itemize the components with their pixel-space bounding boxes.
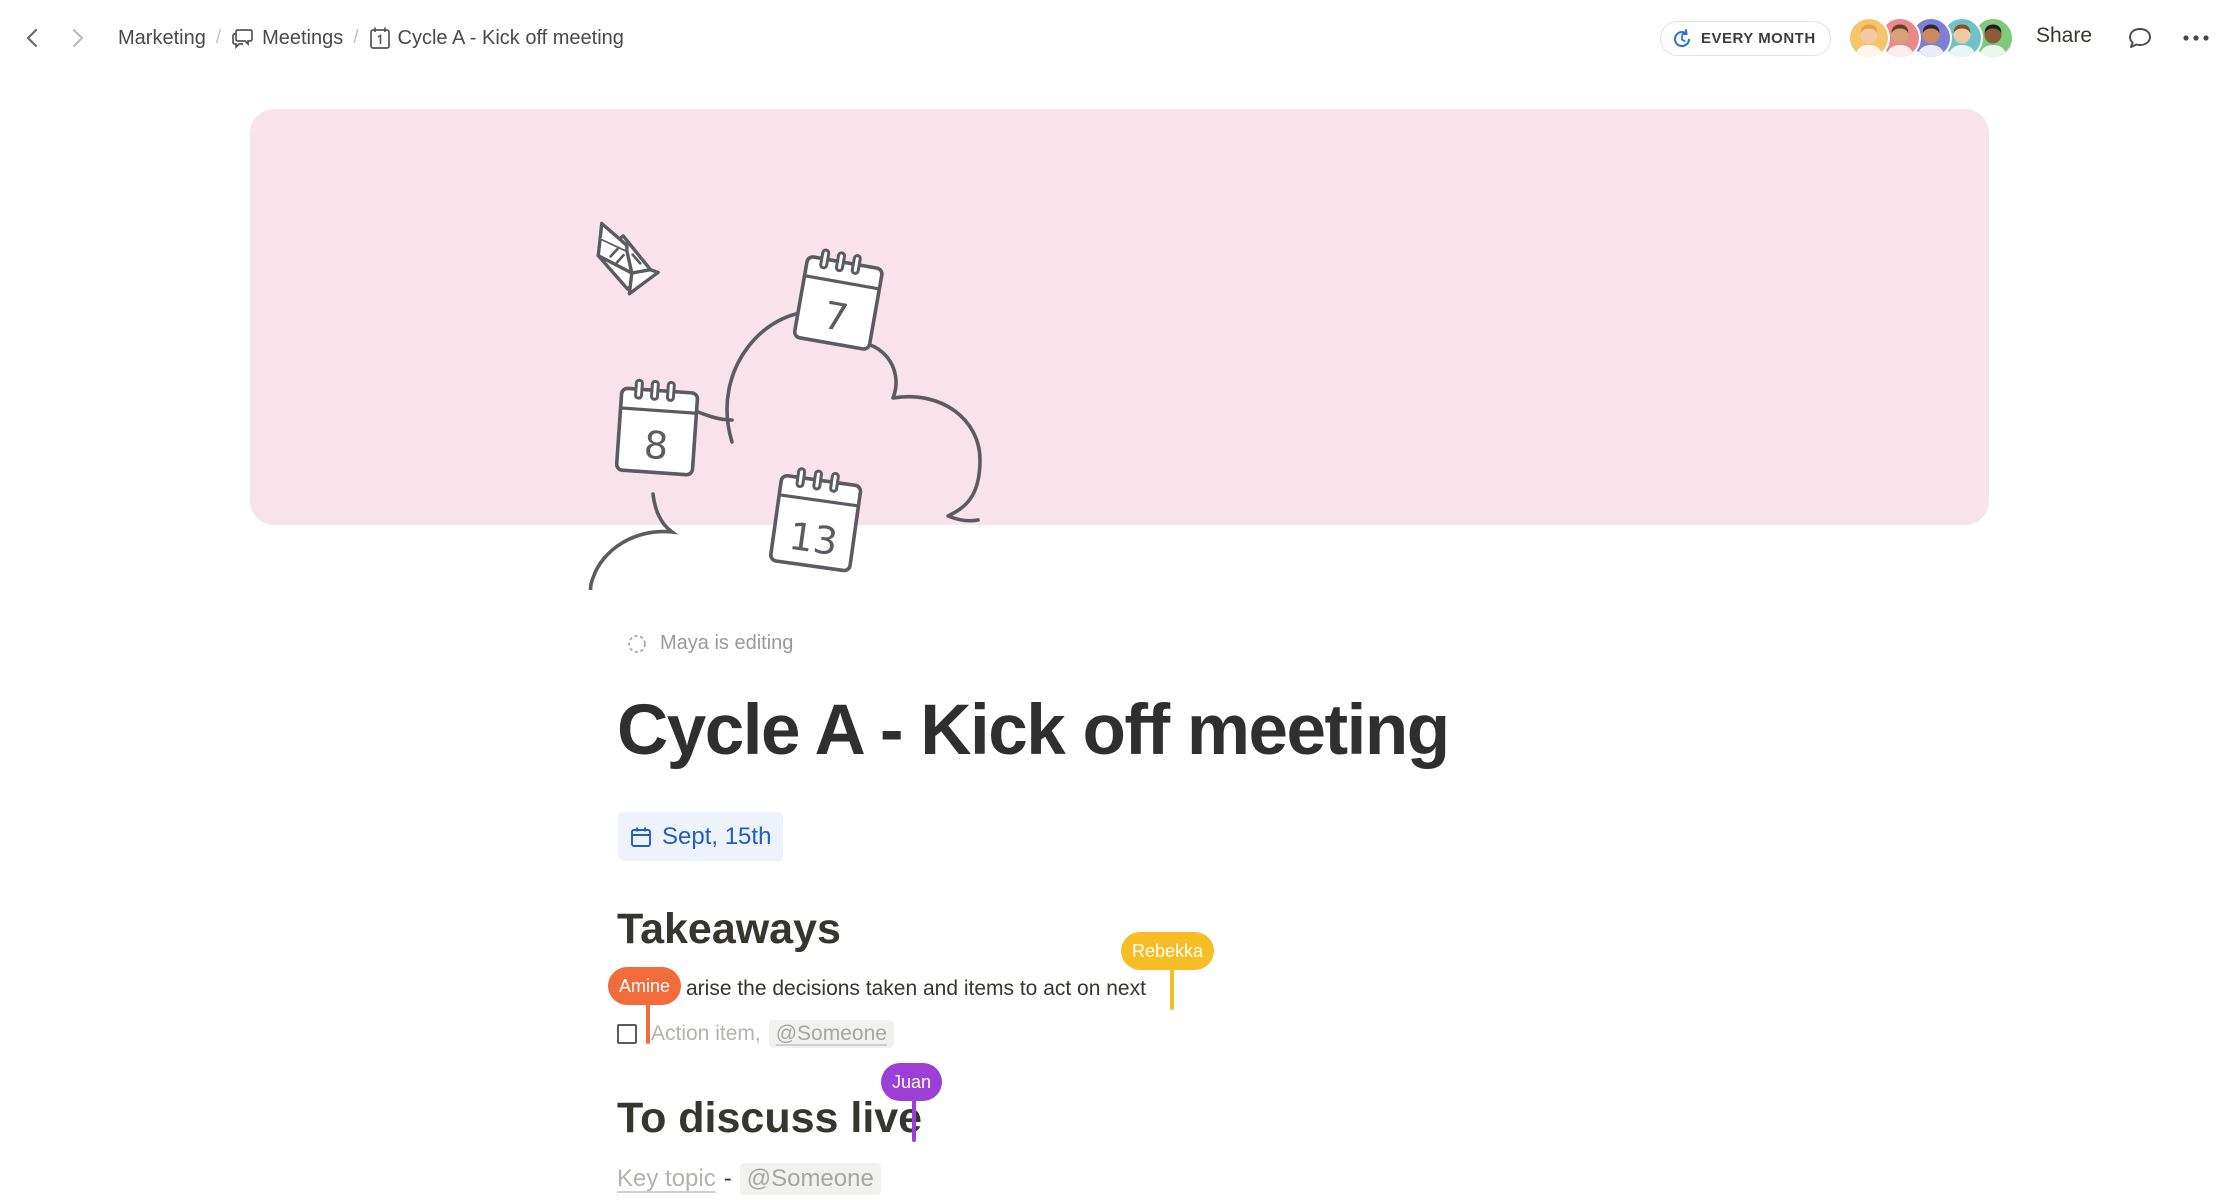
back-button[interactable] (16, 22, 48, 54)
calendar-cloud-illustration: 7 8 13 (588, 221, 982, 590)
amine-cursor-label: Amine (608, 967, 682, 1005)
calendar-icon (369, 27, 390, 49)
chevron-left-icon (26, 28, 38, 48)
document-page: Marketing / Meetings / Cycle A - Kick of… (0, 0, 2232, 1200)
share-button[interactable]: Share (2036, 24, 2092, 48)
repeat-icon (1674, 28, 1691, 47)
takeaways-heading[interactable]: Takeaways (617, 905, 841, 954)
more-horizontal-icon (2183, 35, 2209, 41)
recurrence-badge[interactable]: EVERY MONTH (1660, 21, 1831, 56)
editing-status-text: Maya is editing (660, 632, 794, 654)
breadcrumb-current-page[interactable]: Cycle A - Kick off meeting (369, 26, 624, 50)
loading-spinner-icon (628, 634, 646, 653)
date-property[interactable]: Sept, 15th (618, 812, 784, 861)
chevron-right-icon (72, 28, 84, 48)
breadcrumb-label: Marketing (118, 26, 206, 49)
collaborator-avatar[interactable] (1848, 17, 1890, 59)
comment-icon (2129, 28, 2151, 48)
book-icon (596, 221, 660, 296)
collaborator-avatars[interactable] (1848, 17, 2014, 59)
action-item-checkbox[interactable] (617, 1024, 637, 1044)
breadcrumb-meetings[interactable]: Meetings (231, 27, 343, 50)
calendar-13-number: 13 (786, 514, 840, 564)
rebekka-cursor-label: Rebekka (1121, 932, 1215, 970)
breadcrumb-separator: / (353, 27, 359, 48)
date-value: Sept, 15th (662, 822, 772, 850)
action-item-row: Action item, @Someone (617, 1017, 894, 1051)
editing-status: Maya is editing (626, 632, 793, 655)
top-bar: Marketing / Meetings / Cycle A - Kick of… (0, 0, 2232, 76)
breadcrumb-label: Cycle A - Kick off meeting (397, 26, 624, 49)
breadcrumb: Marketing / Meetings / Cycle A - Kick of… (118, 0, 624, 76)
more-options-button[interactable] (2176, 22, 2216, 54)
cloud-outline-lower (588, 492, 679, 590)
calendar-8-number: 8 (642, 423, 669, 469)
key-topic-placeholder[interactable]: Key topic (617, 1165, 716, 1193)
calendar-8-icon: 8 (614, 378, 700, 477)
breadcrumb-label: Meetings (262, 26, 344, 49)
calendar-7-icon: 7 (792, 248, 884, 351)
topic-separator: - (723, 1165, 732, 1192)
calendar-icon (631, 827, 651, 847)
forward-button[interactable] (62, 22, 94, 54)
topic-row: Key topic - @Someone (617, 1161, 881, 1197)
avatar-portrait (1855, 24, 1883, 57)
breadcrumb-marketing[interactable]: Marketing (118, 27, 206, 50)
cover-image[interactable] (250, 109, 1989, 525)
takeaways-summary-text[interactable]: arise the decisions taken and items to a… (686, 977, 1146, 1001)
breadcrumb-separator: / (215, 27, 222, 48)
mention-placeholder[interactable]: @Someone (768, 1020, 894, 1048)
juan-cursor-label: Juan (881, 1063, 943, 1101)
mention-placeholder[interactable]: @Someone (739, 1163, 881, 1195)
chat-bubbles-icon (232, 29, 253, 49)
to-discuss-heading[interactable]: To discuss live (617, 1094, 922, 1143)
page-title[interactable]: Cycle A - Kick off meeting (617, 690, 1450, 771)
action-item-placeholder[interactable]: Action item, (651, 1022, 761, 1046)
recurrence-label: EVERY MONTH (1701, 30, 1816, 47)
comments-button[interactable] (2124, 22, 2156, 54)
calendar-13-icon: 13 (769, 467, 863, 573)
